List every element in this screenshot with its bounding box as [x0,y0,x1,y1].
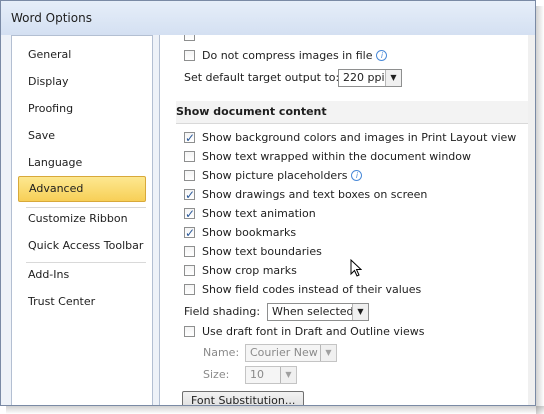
font-name-label: Name: [203,346,240,359]
dropdown-value: 220 ppi [343,71,385,84]
checkbox[interactable] [184,265,195,276]
sidebar-item-label: General [28,48,72,61]
chevron-down-icon[interactable]: ▼ [385,70,401,86]
sidebar-item-label: Save [28,129,56,142]
checkbox[interactable]: ✓ [184,131,195,145]
info-icon[interactable]: i [351,170,363,181]
checkbox[interactable] [184,326,195,337]
checkbox[interactable] [184,35,195,41]
options-content-pane: Do not compress images in file i Set defa… [159,35,535,405]
option-label: Show text boundaries [202,245,322,258]
option-label: Use draft font in Draft and Outline view… [202,325,425,338]
vertical-scrollbar[interactable] [528,35,535,405]
checkbox[interactable]: ✓ [184,188,195,202]
option-label: Show text animation [202,207,316,220]
window-shadow-bottom [6,406,544,414]
option-label: Show field codes instead of their values [202,283,422,296]
sidebar-item-customize-ribbon[interactable]: Customize Ribbon [18,206,146,232]
font-name-dropdown[interactable]: Courier New ▼ [245,344,337,362]
sidebar-item-general[interactable]: General [18,42,146,68]
sidebar-item-label: Advanced [29,182,84,195]
sidebar-item-label: Quick Access Toolbar [28,239,144,252]
default-target-label: Set default target output to: [184,71,340,84]
checkmark-icon: ✓ [185,226,196,240]
sidebar-item-label: Customize Ribbon [28,212,128,225]
sidebar-item-label: Display [28,75,69,88]
checkbox[interactable] [184,284,195,295]
checkmark-icon: ✓ [185,207,196,221]
sidebar-item-display[interactable]: Display [18,69,146,95]
font-substitution-button[interactable]: Font Substitution... [182,391,305,405]
mouse-pointer-icon [350,259,362,277]
default-target-dropdown[interactable]: 220 ppi ▼ [338,69,402,87]
checkbox[interactable] [184,151,195,162]
sidebar-item-label: Language [28,156,83,169]
option-label: Show drawings and text boxes on screen [202,188,428,201]
word-options-dialog: Word Options General Display Proofing Sa… [0,0,536,406]
option-label: Show text wrapped within the document wi… [202,150,471,163]
sidebar-item-language[interactable]: Language [18,150,146,176]
dropdown-value: Courier New [250,346,318,359]
chevron-down-icon[interactable]: ▼ [352,304,368,320]
option-label: Show crop marks [202,264,297,277]
chevron-down-icon[interactable]: ▼ [280,367,296,383]
font-size-dropdown[interactable]: 10 ▼ [245,366,297,384]
sidebar-item-label: Trust Center [28,295,96,308]
checkbox[interactable]: ✓ [184,207,195,221]
option-label: Show background colors and images in Pri… [202,131,517,144]
sidebar-item-add-ins[interactable]: Add-Ins [18,262,146,288]
checkbox[interactable] [184,50,195,61]
sidebar-item-quick-access-toolbar[interactable]: Quick Access Toolbar [18,233,146,259]
checkmark-icon: ✓ [185,131,196,145]
dropdown-value: When selected [272,305,354,318]
info-icon[interactable]: i [376,50,388,61]
option-label: Do not compress images in file [202,49,373,62]
checkbox[interactable]: ✓ [184,226,195,240]
chevron-down-icon[interactable]: ▼ [320,345,336,361]
option-label: Show picture placeholders [202,169,348,182]
section-show-document-content: Show document content [176,101,535,124]
checkmark-icon: ✓ [185,188,196,202]
options-sidebar: General Display Proofing Save Language A… [11,35,153,405]
field-shading-dropdown[interactable]: When selected ▼ [267,303,369,321]
sidebar-item-label: Add-Ins [28,268,70,281]
window-shadow-right [536,6,544,414]
title-bar: Word Options [1,1,535,35]
checkbox[interactable] [184,246,195,257]
option-label: Show bookmarks [202,226,297,239]
font-size-label: Size: [203,368,230,381]
field-shading-label: Field shading: [184,305,261,318]
dropdown-value: 10 [250,368,264,381]
sidebar-item-advanced[interactable]: Advanced [18,176,146,202]
sidebar-item-save[interactable]: Save [18,123,146,149]
sidebar-item-trust-center[interactable]: Trust Center [18,289,146,315]
checkbox[interactable] [184,170,195,181]
sidebar-item-label: Proofing [28,102,74,115]
window-title: Word Options [11,11,92,25]
sidebar-item-proofing[interactable]: Proofing [18,96,146,122]
